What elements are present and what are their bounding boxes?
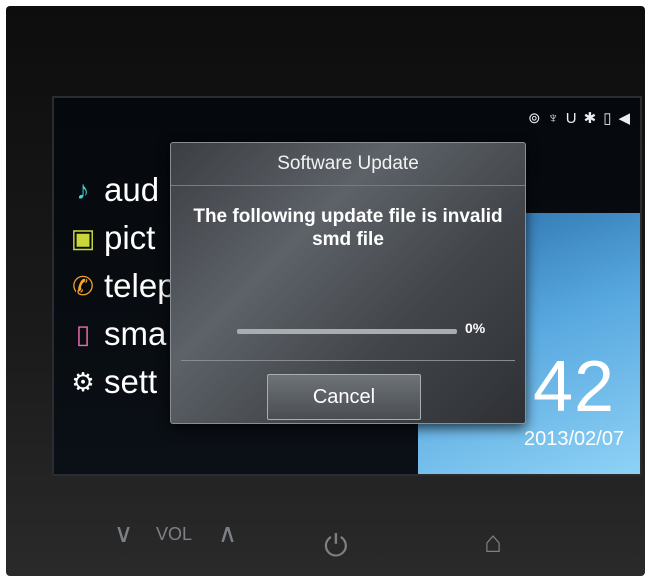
menu-item-label: aud — [104, 171, 160, 208]
home-menu: ♪ aud ▣ pict ✆ telep ▯ sma ⚙ sett — [68, 166, 176, 406]
volume-up-button[interactable]: ∧ — [218, 518, 237, 549]
volume-down-button[interactable]: ∨ — [114, 518, 133, 549]
dialog-title: Software Update — [171, 143, 525, 186]
menu-item-smartphone[interactable]: ▯ sma — [68, 310, 176, 358]
status-bar: ⊚ ♆ U ✱ ▯ ◀ — [528, 110, 630, 128]
power-button[interactable]: ⏻ — [324, 530, 348, 564]
menu-item-label: telep — [104, 267, 176, 304]
menu-item-label: pict — [104, 219, 156, 256]
music-note-icon: ♪ — [76, 174, 90, 205]
hardware-controls: ∨ VOL ∧ ⏻ ⌂ — [6, 496, 645, 576]
phone-icon: ✆ — [72, 270, 94, 301]
menu-item-settings[interactable]: ⚙ sett — [68, 358, 176, 406]
menu-item-pictures[interactable]: ▣ pict — [68, 214, 176, 262]
pictures-icon: ▣ — [70, 222, 96, 253]
dialog-message: The following update file is invalid smd… — [181, 205, 515, 251]
usb-u-icon: U — [565, 110, 577, 127]
menu-item-label: sma — [104, 315, 167, 352]
display-screen: ⊚ ♆ U ✱ ▯ ◀ ♪ aud ▣ pict ✆ telep ▯ sma ⚙… — [52, 96, 642, 476]
clock-time: :42 — [512, 347, 616, 427]
gear-icon: ⚙ — [71, 366, 95, 397]
phone-battery-icon: ▯ — [603, 110, 612, 127]
home-button[interactable]: ⌂ — [484, 526, 502, 560]
dialog-divider — [181, 360, 515, 361]
menu-item-audio[interactable]: ♪ aud — [68, 166, 176, 214]
clock-date: 2013/02/07 — [524, 428, 625, 450]
menu-item-label: sett — [104, 363, 158, 400]
speaker-mute-icon: ◀ — [618, 110, 630, 127]
device-bezel: ⊚ ♆ U ✱ ▯ ◀ ♪ aud ▣ pict ✆ telep ▯ sma ⚙… — [6, 6, 645, 576]
software-update-dialog: Software Update The following update fil… — [170, 142, 526, 424]
cancel-button[interactable]: Cancel — [267, 374, 421, 420]
smartphone-icon: ▯ — [75, 318, 91, 349]
menu-item-telephone[interactable]: ✆ telep — [68, 262, 176, 310]
progress-bar — [237, 329, 457, 334]
volume-label: VOL — [156, 524, 193, 544]
bluetooth-icon: ✱ — [583, 110, 597, 127]
progress-percent: 0% — [465, 320, 486, 336]
onstar-icon: ⊚ — [527, 110, 541, 127]
usb-plug-icon: ♆ — [547, 110, 559, 127]
dialog-message-line-1: The following update file is invalid — [193, 206, 503, 227]
dialog-message-line-2: smd file — [312, 229, 384, 250]
